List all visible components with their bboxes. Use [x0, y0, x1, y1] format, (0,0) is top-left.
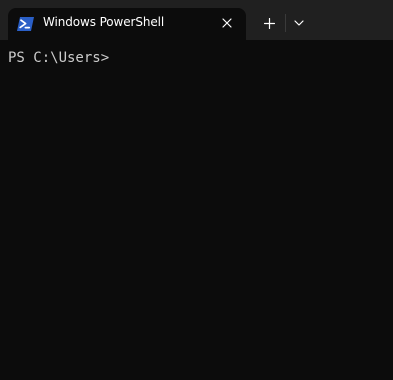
- terminal-output-area[interactable]: PS C:\Users>: [0, 40, 393, 380]
- tab-dropdown-button[interactable]: [290, 13, 308, 33]
- new-tab-button[interactable]: [259, 13, 279, 33]
- tab-bar-divider: [285, 14, 286, 32]
- powershell-icon: [17, 16, 34, 31]
- tab-title: Windows PowerShell: [43, 15, 165, 29]
- tab-bar: Windows PowerShell: [0, 0, 393, 40]
- plus-icon: [263, 17, 275, 29]
- chevron-down-icon: [294, 20, 304, 26]
- tab-windows-powershell[interactable]: Windows PowerShell: [8, 8, 246, 40]
- terminal-prompt: PS C:\Users>: [8, 50, 110, 66]
- close-icon: [222, 18, 232, 28]
- terminal-window: Windows PowerShell PS C:\Users>: [0, 0, 393, 380]
- tab-close-button[interactable]: [218, 14, 236, 32]
